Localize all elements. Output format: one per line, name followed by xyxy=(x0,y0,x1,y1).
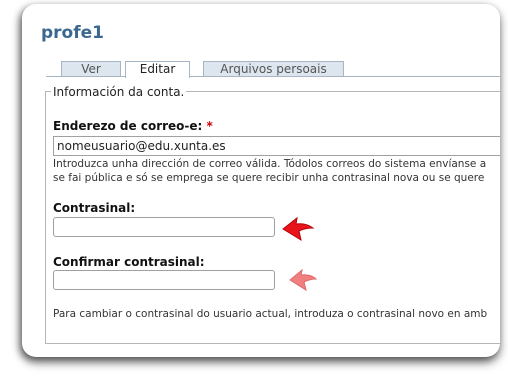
page-title: profe1 xyxy=(41,23,104,43)
password-field[interactable] xyxy=(53,217,275,237)
confirm-password-field[interactable] xyxy=(53,270,275,290)
email-description-line1: Introduzca unha dirección de correo váli… xyxy=(53,158,487,170)
arrow-left-icon xyxy=(282,216,315,242)
email-field[interactable] xyxy=(53,136,500,156)
arrow-left-faded-icon xyxy=(289,268,318,292)
tab-editar[interactable]: Editar xyxy=(125,61,190,78)
tab-arquivos-persoais[interactable]: Arquivos persoais xyxy=(203,61,344,77)
email-description-line2: se fai pública e só se emprega se quere … xyxy=(53,172,485,184)
fieldset-legend: Información da conta. xyxy=(51,85,187,99)
account-edit-panel: profe1 Ver Editar Arquivos persoais Info… xyxy=(22,4,500,357)
confirm-password-label: Confirmar contrasinal: xyxy=(53,255,205,269)
tabs-divider xyxy=(46,76,500,77)
required-marker: * xyxy=(206,119,213,133)
email-label: Enderezo de correo-e: * xyxy=(53,119,213,133)
tab-ver[interactable]: Ver xyxy=(61,61,121,77)
password-label: Contrasinal: xyxy=(53,201,136,215)
password-help-text: Para cambiar o contrasinal do usuario ac… xyxy=(53,308,488,320)
email-label-text: Enderezo de correo-e: xyxy=(53,119,203,133)
